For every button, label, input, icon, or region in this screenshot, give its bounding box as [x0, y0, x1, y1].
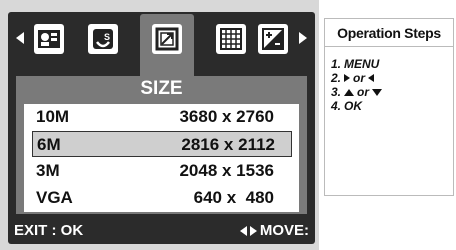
lcd-display: S SIZE 10M 3680 x 2760 6M 2816 x 2112 3M… — [8, 12, 315, 244]
quality-grid-icon[interactable] — [216, 24, 246, 54]
step-text: or — [357, 85, 370, 99]
step-4: 4. OK — [331, 99, 362, 113]
move-label: MOVE: — [259, 222, 309, 239]
screen-footer: EXIT : OK MOVE: — [8, 218, 315, 244]
step-text: MENU — [344, 57, 380, 71]
up-triangle-icon — [344, 88, 355, 96]
exit-hint: EXIT : OK — [14, 222, 84, 239]
size-option-10m[interactable]: 10M 3680 x 2760 — [24, 104, 299, 130]
down-triangle-icon — [372, 88, 383, 96]
step-number: 3. — [331, 85, 342, 99]
size-menu-panel: SIZE 10M 3680 x 2760 6M 2816 x 2112 3M 2… — [16, 76, 307, 214]
size-resolution: 2048 x 1536 — [179, 161, 274, 180]
step-3: 3. or — [331, 85, 383, 99]
right-triangle-icon — [249, 226, 257, 236]
size-label: 10M — [36, 107, 70, 126]
exposure-icon[interactable] — [258, 24, 288, 54]
size-resolution: 3680 x 2760 — [179, 107, 274, 126]
step-text: or — [353, 71, 366, 85]
size-label: 6M — [37, 135, 61, 154]
size-option-3m[interactable]: 3M 2048 x 1536 — [24, 158, 299, 184]
svg-text:S: S — [104, 32, 110, 42]
step-1: 1. MENU — [331, 57, 379, 71]
step-2: 2. or — [331, 71, 375, 85]
left-arrow-icon[interactable] — [16, 32, 24, 44]
menu-icon-row: S — [8, 12, 315, 76]
size-label: VGA — [36, 188, 73, 207]
step-number: 2. — [331, 71, 342, 85]
size-label: 3M — [36, 161, 60, 180]
right-triangle-icon — [344, 74, 351, 82]
operation-steps-panel: Operation Steps 1. MENU 2. or 3. or 4. O… — [324, 18, 454, 196]
size-resolution: 2816 x 2112 — [181, 135, 275, 154]
size-option-list: 10M 3680 x 2760 6M 2816 x 2112 3M 2048 x… — [24, 104, 299, 212]
size-icon[interactable] — [152, 24, 182, 54]
step-number: 1. — [331, 57, 342, 71]
size-resolution: 640 x 480 — [193, 188, 274, 207]
right-arrow-icon[interactable] — [299, 32, 307, 44]
left-triangle-icon — [368, 74, 375, 82]
camera-screen: S SIZE 10M 3680 x 2760 6M 2816 x 2112 3M… — [0, 0, 319, 250]
steps-title: Operation Steps — [325, 19, 453, 47]
panel-title: SIZE — [140, 78, 183, 99]
person-id-icon[interactable] — [34, 24, 64, 54]
left-triangle-icon — [239, 226, 247, 236]
step-number: 4. — [331, 99, 342, 113]
size-option-vga[interactable]: VGA 640 x 480 — [24, 185, 299, 211]
scene-mode-icon[interactable]: S — [88, 24, 118, 54]
step-text: OK — [344, 99, 363, 113]
move-hint: MOVE: — [239, 218, 309, 244]
size-option-6m[interactable]: 6M 2816 x 2112 — [32, 131, 292, 157]
